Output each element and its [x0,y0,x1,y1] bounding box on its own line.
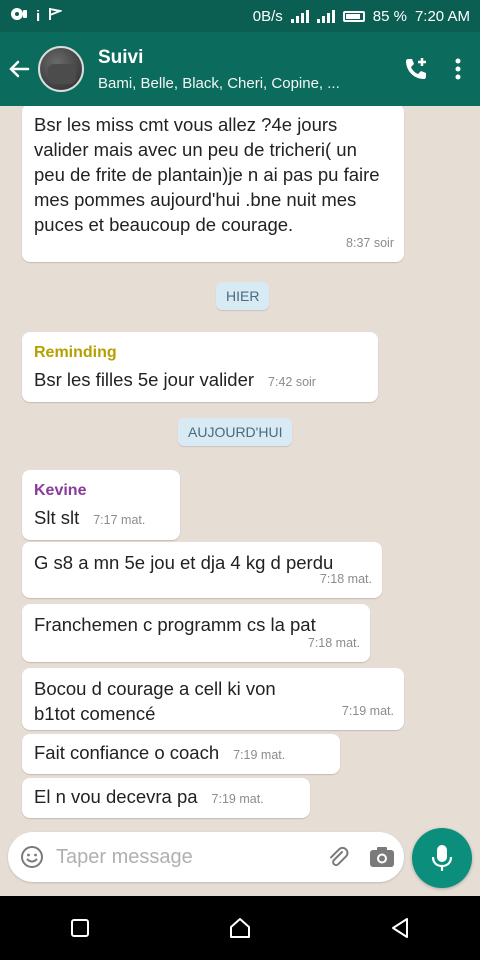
compose-bar: Taper message [0,824,480,896]
recents-icon[interactable] [50,896,110,960]
system-nav-bar [0,896,480,960]
net-speed: 0B/s [252,7,283,25]
chat-header: Suivi Bami, Belle, Black, Cheri, Copine,… [0,32,480,106]
group-members: Bami, Belle, Black, Cheri, Copine, ... [98,74,340,92]
add-call-icon[interactable] [396,32,436,106]
message-bubble[interactable]: Kevine Slt slt 7:17 mat. [22,470,180,540]
chat-notification-icon [10,7,28,25]
overflow-menu-icon[interactable] [436,32,480,106]
back-arrow-icon[interactable] [0,32,38,106]
message-time: 7:19 mat. [233,748,286,762]
message-time: 7:19 mat. [211,792,264,806]
message-time: 7:18 mat. [319,572,372,586]
group-avatar[interactable] [38,46,84,92]
group-name: Suivi [98,46,144,68]
message-time: 8:37 soir [346,236,394,250]
message-bubble[interactable]: Fait confiance o coach 7:19 mat. [22,734,340,774]
battery-icon [342,10,365,22]
message-text: Bocou d courage a cell ki von b1tot come… [34,678,276,724]
info-icon: i [36,7,41,25]
message-time: 7:19 mat. [341,704,394,718]
chat-title-area[interactable]: Suivi Bami, Belle, Black, Cheri, Copine,… [98,47,396,92]
home-icon[interactable] [210,896,270,960]
message-text: Fait confiance o coach [34,742,220,763]
message-bubble[interactable]: Bsr les miss cmt vous allez ?4e jours va… [22,106,404,262]
message-bubble[interactable]: Reminding Bsr les filles 5e jour valider… [22,332,378,402]
message-text: Slt slt [34,507,80,528]
camera-icon[interactable] [360,846,404,868]
battery-level: 85 % [372,7,407,25]
message-text: Bsr les miss cmt vous allez ?4e jours va… [34,114,380,235]
message-bubble[interactable]: El n vou decevra pa 7:19 mat. [22,778,310,818]
message-text: Bsr les filles 5e jour valider [34,369,255,390]
message-time: 7:18 mat. [307,636,360,650]
chat-area[interactable]: Bsr les miss cmt vous allez ?4e jours va… [0,106,480,824]
date-divider: AUJOURD'HUI [178,418,293,446]
message-placeholder[interactable]: Taper message [56,846,316,869]
back-icon[interactable] [370,896,430,960]
message-bubble[interactable]: G s8 a mn 5e jou et dja 4 kg d perdu 7:1… [22,542,382,598]
date-divider: HIER [216,282,270,310]
message-input[interactable]: Taper message [8,832,404,882]
signal-icon [290,9,309,23]
status-bar: i 0B/s 85 % 7:20 AM [0,0,480,32]
message-bubble[interactable]: Bocou d courage a cell ki von b1tot come… [22,668,404,730]
message-time: 7:17 mat. [93,513,146,527]
clock: 7:20 AM [414,7,470,25]
mic-icon[interactable] [412,828,472,888]
attach-icon[interactable] [316,845,360,869]
message-time: 7:42 soir [268,375,316,389]
emoji-icon[interactable] [8,832,56,882]
message-text: El n vou decevra pa [34,786,198,807]
sender-name[interactable]: Reminding [34,340,366,365]
signal-icon-2 [316,9,335,23]
sender-name[interactable]: Kevine [34,478,168,503]
flag-icon [48,7,64,25]
message-bubble[interactable]: Franchemen c programm cs la pat 7:18 mat… [22,604,370,662]
